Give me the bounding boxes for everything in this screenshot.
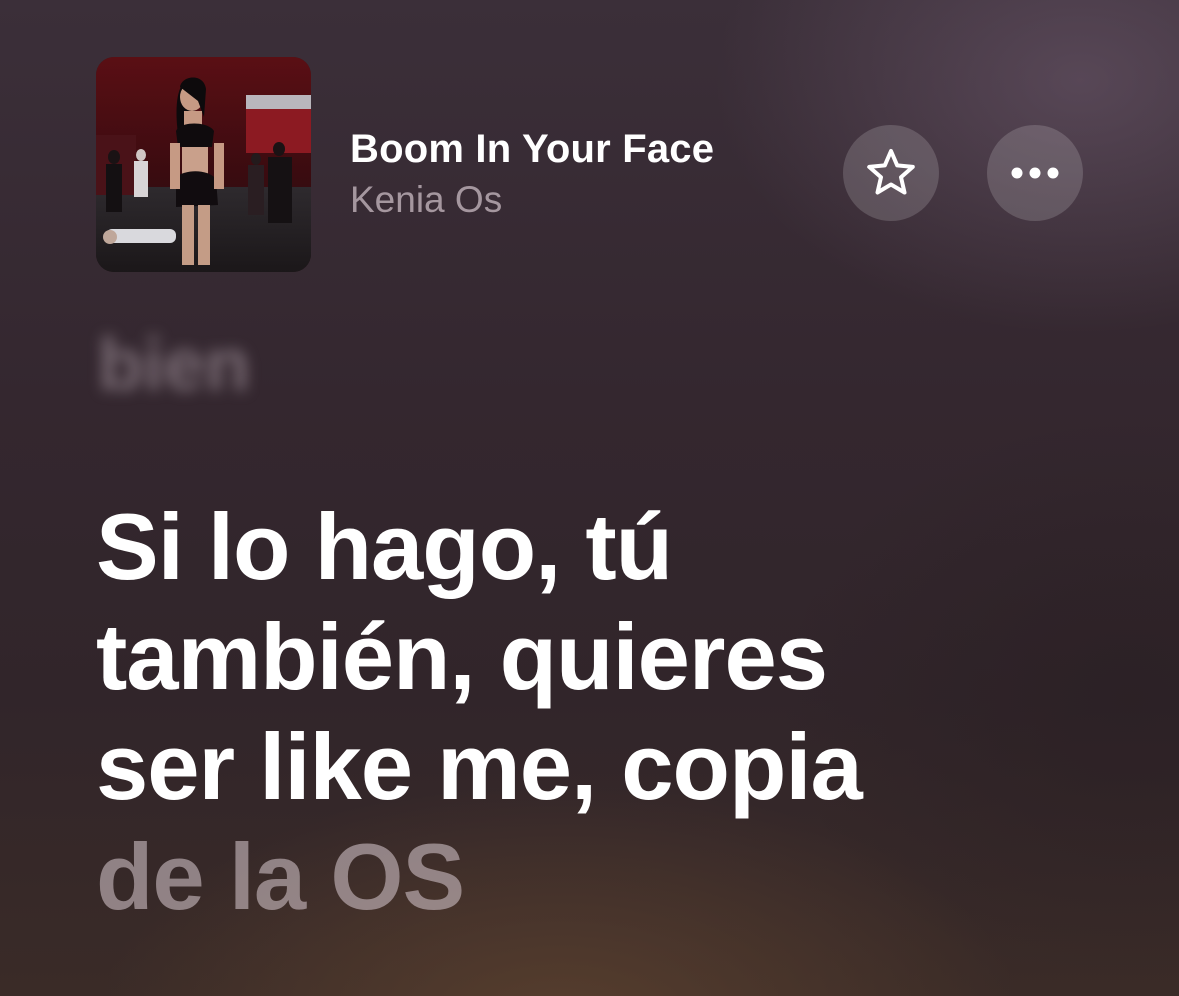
current-lyric[interactable]: Si lo hago, tú también, quieres ser like… [96,492,1076,932]
lyric-line: Si lo hago, tú [96,494,673,599]
track-artist[interactable]: Kenia Os [350,179,502,221]
now-playing-header: Boom In Your Face Kenia Os [0,0,1179,300]
album-art[interactable] [96,57,311,272]
album-cover-image [96,57,311,272]
lyric-line: ser like me, copia [96,714,863,819]
more-options-button[interactable] [987,125,1083,221]
favorite-button[interactable] [843,125,939,221]
previous-lyric-line[interactable]: bien [98,322,250,407]
ellipsis-icon [1007,163,1063,183]
lyric-line: también, quieres [96,604,828,709]
star-icon [863,145,919,201]
lyrics-view[interactable]: bien Si lo hago, tú también, quieres ser… [0,300,1179,996]
lyric-line-upcoming: de la OS [96,824,465,929]
track-title[interactable]: Boom In Your Face [350,127,714,172]
